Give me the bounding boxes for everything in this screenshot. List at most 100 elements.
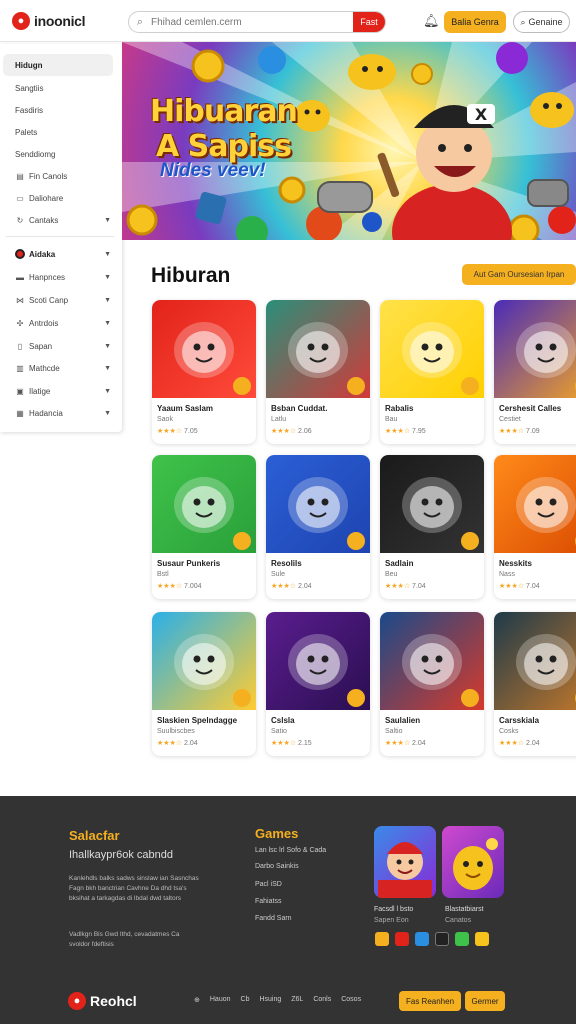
footer-link[interactable]: Darbo Sainkis: [255, 863, 299, 870]
search-button[interactable]: Fast: [353, 12, 385, 32]
sidebar-item[interactable]: ▭ Daliohare: [3, 187, 113, 209]
section-button[interactable]: Aut Gam Oursesian Irpan: [462, 264, 576, 285]
footer-link[interactable]: Fahiatss: [255, 898, 281, 905]
footer-link[interactable]: Lan lsc lrl Sofo & Cada: [255, 847, 326, 854]
star-icon: ★★★☆: [271, 583, 299, 590]
game-card[interactable]: Carsskiala Cosks ★★★☆ 2.04: [494, 612, 576, 756]
game-thumbnail[interactable]: [152, 612, 256, 710]
game-title[interactable]: Saulalien: [385, 716, 420, 725]
footer-bottom-link[interactable]: Cosos: [341, 996, 361, 1004]
game-thumbnail[interactable]: [494, 612, 576, 710]
game-thumbnail[interactable]: [380, 300, 484, 398]
search-input[interactable]: [151, 16, 353, 28]
game-card[interactable]: Saulalien Saltio ★★★☆ 2.04: [380, 612, 484, 756]
footer-button-2[interactable]: Germer: [465, 991, 505, 1011]
game-title[interactable]: Cershesit Calles: [499, 404, 561, 413]
game-subtitle: Suulbiscbes: [157, 728, 195, 735]
game-title[interactable]: Nesskits: [499, 559, 532, 568]
app-icon[interactable]: [375, 932, 389, 946]
game-thumbnail[interactable]: [266, 612, 370, 710]
game-card[interactable]: Susaur Punkeris Bstl ★★★☆ 7.004: [152, 455, 256, 599]
game-title[interactable]: Carsskiala: [499, 716, 539, 725]
primary-button[interactable]: Balia Genra: [444, 11, 506, 33]
globe-icon: ⊕: [194, 997, 200, 1004]
footer-game-thumb-1[interactable]: [374, 826, 436, 898]
game-thumbnail[interactable]: [266, 455, 370, 553]
sidebar-item[interactable]: ↻ Cantaks ▼: [3, 209, 113, 231]
game-subtitle: Cestiet: [499, 416, 521, 423]
footer-link[interactable]: Pacl iSD: [255, 881, 282, 888]
footer-bottom-link[interactable]: Cb: [241, 996, 250, 1004]
sidebar-item[interactable]: ⋈ Scoti Canp ▼: [3, 289, 113, 311]
sidebar-item[interactable]: ▬ Hanpnces ▼: [3, 266, 113, 288]
ball-icon: [402, 322, 479, 395]
game-card[interactable]: Bsban Cuddat. Latlu ★★★☆ 2.06: [266, 300, 370, 444]
target-icon: ✣: [16, 318, 24, 328]
game-thumbnail[interactable]: [152, 300, 256, 398]
sidebar-item[interactable]: Senddiomg: [3, 143, 113, 165]
sidebar-item[interactable]: Aidaka ▼: [3, 243, 113, 265]
game-thumbnail[interactable]: [380, 612, 484, 710]
app-icon[interactable]: [455, 932, 469, 946]
sidebar-item[interactable]: ▦ Hadancia ▼: [3, 402, 113, 424]
footer-bottom-link[interactable]: Hauon: [210, 996, 231, 1004]
game-rating-value: 7.05: [184, 428, 198, 435]
red-circle-icon: [15, 249, 25, 259]
game-title[interactable]: Cslsla: [271, 716, 295, 725]
game-card[interactable]: Yaaum Saslam Saok ★★★☆ 7.05: [152, 300, 256, 444]
red-ball-icon: [288, 634, 365, 707]
sidebar-item[interactable]: Sangtiis: [3, 77, 113, 99]
footer-button-1[interactable]: Fas Reanhen: [399, 991, 461, 1011]
chevron-down-icon: ▼: [104, 409, 111, 417]
logo[interactable]: ● inoonicl: [12, 12, 86, 30]
secondary-button[interactable]: ⌕ Genaine: [513, 11, 570, 33]
sidebar-item-label: Hadancia: [29, 408, 63, 418]
game-card[interactable]: Slaskien Spelndagge Suulbiscbes ★★★☆ 2.04: [152, 612, 256, 756]
app-icon[interactable]: [435, 932, 449, 946]
game-title[interactable]: Yaaum Saslam: [157, 404, 213, 413]
game-title[interactable]: Sadlain: [385, 559, 413, 568]
footer-bottom-link[interactable]: Conls: [313, 996, 331, 1004]
sidebar-item[interactable]: Hidugn: [3, 54, 113, 76]
game-thumbnail[interactable]: [152, 455, 256, 553]
text-art-icon: [174, 634, 251, 707]
game-card[interactable]: Cershesit Calles Cestiet ★★★☆ 7.09: [494, 300, 576, 444]
game-card[interactable]: Cslsla Satio ★★★☆ 2.15: [266, 612, 370, 756]
game-card[interactable]: Resolils Sule ★★★☆ 2.04: [266, 455, 370, 599]
sidebar-item[interactable]: Fasdiris: [3, 99, 113, 121]
footer-bottom-link[interactable]: Z6L: [291, 996, 303, 1004]
game-title[interactable]: Slaskien Spelndagge: [157, 716, 237, 725]
game-title[interactable]: Bsban Cuddat.: [271, 404, 327, 413]
game-title[interactable]: Resolils: [271, 559, 302, 568]
footer-bottom-link[interactable]: Hsuing: [259, 996, 281, 1004]
logo-mark-icon: ●: [12, 12, 30, 30]
sidebar-item[interactable]: Palets: [3, 121, 113, 143]
bell-icon[interactable]: 🔔︎: [423, 13, 440, 29]
sidebar-item[interactable]: ▥ Mathcde ▼: [3, 357, 113, 379]
sidebar-item-label: Antrdois: [29, 318, 59, 328]
app-icon[interactable]: [475, 932, 489, 946]
star-icon: ★★★☆: [385, 583, 413, 590]
app-icon[interactable]: [415, 932, 429, 946]
sidebar-item[interactable]: ▯ Sapan ▼: [3, 335, 113, 357]
footer-game-thumb-2[interactable]: [442, 826, 504, 898]
footer-link[interactable]: Fandd Sarn: [255, 915, 292, 922]
hero-banner[interactable]: X Hibuaran A Sapiss Nides veev!: [122, 42, 576, 240]
game-title[interactable]: Rabalis: [385, 404, 413, 413]
app-icon[interactable]: [395, 932, 409, 946]
sidebar-item-label: Fasdiris: [15, 105, 44, 115]
game-thumbnail[interactable]: [380, 455, 484, 553]
sidebar-item[interactable]: ▣ Ilatige ▼: [3, 380, 113, 402]
game-thumbnail[interactable]: [266, 300, 370, 398]
game-card[interactable]: Rabalis Bau ★★★☆ 7.95: [380, 300, 484, 444]
sidebar-item[interactable]: ▤ Fin Canols: [3, 165, 113, 187]
game-title[interactable]: Susaur Punkeris: [157, 559, 220, 568]
chevron-down-icon: ▼: [104, 216, 111, 224]
footer-logo[interactable]: ● Reohcl: [68, 992, 137, 1010]
game-card[interactable]: Sadlain Beu ★★★☆ 7.04: [380, 455, 484, 599]
game-rating-value: 2.15: [298, 740, 312, 747]
game-card[interactable]: Nesskits Nass ★★★☆ 7.04: [494, 455, 576, 599]
game-thumbnail[interactable]: [494, 455, 576, 553]
sidebar-item[interactable]: ✣ Antrdois ▼: [3, 312, 113, 334]
game-thumbnail[interactable]: [494, 300, 576, 398]
